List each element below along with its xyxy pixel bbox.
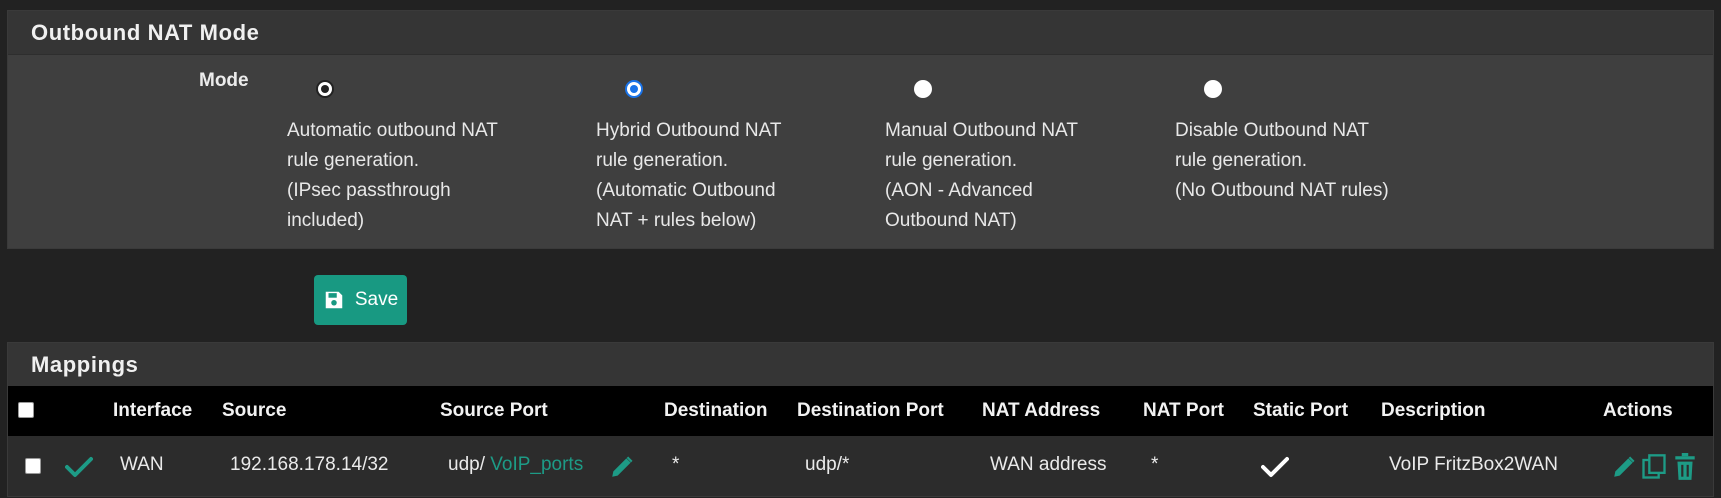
col-description[interactable]: Description <box>1381 400 1486 422</box>
alias-link-voip-ports[interactable]: VoIP_ports <box>490 454 583 475</box>
radio-label-disable: Disable Outbound NAT rule generation. (N… <box>1175 120 1389 201</box>
cell-source-port: udp/ VoIP_ports <box>448 454 584 475</box>
copy-icon[interactable] <box>1640 453 1668 481</box>
cell-nat-port: * <box>1151 454 1159 475</box>
col-destination-port[interactable]: Destination Port <box>797 400 944 422</box>
mappings-panel: Mappings Interface Source Source Port De… <box>7 342 1714 497</box>
save-button-label: Save <box>354 289 399 310</box>
save-button[interactable]: Save <box>314 275 407 325</box>
cell-description: VoIP FritzBox2WAN <box>1389 454 1558 475</box>
table-header: Interface Source Source Port Destination… <box>8 386 1713 436</box>
radio-hybrid[interactable] <box>625 80 643 98</box>
cell-source: 192.168.178.14/32 <box>230 454 389 475</box>
panel-title: Outbound NAT Mode <box>8 11 1713 55</box>
edit-pencil-icon[interactable] <box>1611 454 1637 480</box>
trash-icon[interactable] <box>1672 453 1698 481</box>
col-actions[interactable]: Actions <box>1603 400 1673 422</box>
mappings-title: Mappings <box>8 343 1713 387</box>
save-icon <box>325 291 343 309</box>
col-source-port[interactable]: Source Port <box>440 400 548 422</box>
cell-destination: * <box>672 454 680 475</box>
col-interface[interactable]: Interface <box>113 400 192 422</box>
check-icon <box>65 457 93 477</box>
col-source[interactable]: Source <box>222 400 286 422</box>
static-port-check-icon <box>1261 457 1289 477</box>
row-select-checkbox[interactable] <box>25 458 41 474</box>
radio-label-manual: Manual Outbound NAT rule generation. (AO… <box>885 120 1078 231</box>
cell-nat-address: WAN address <box>990 454 1107 475</box>
select-all-checkbox[interactable] <box>18 402 34 418</box>
cell-interface: WAN <box>120 454 164 475</box>
radio-label-hybrid: Hybrid Outbound NAT rule generation. (Au… <box>596 120 782 231</box>
radio-label-automatic: Automatic outbound NAT rule generation. … <box>287 120 498 231</box>
col-destination[interactable]: Destination <box>664 400 767 422</box>
cell-destination-port: udp/* <box>805 454 850 475</box>
col-static-port[interactable]: Static Port <box>1253 400 1348 422</box>
mode-label: Mode <box>199 70 249 91</box>
radio-automatic[interactable] <box>316 80 334 98</box>
col-nat-port[interactable]: NAT Port <box>1143 400 1224 422</box>
radio-manual[interactable] <box>914 80 932 98</box>
table-row[interactable]: WAN 192.168.178.14/32 udp/ VoIP_ports * … <box>8 436 1713 496</box>
col-nat-address[interactable]: NAT Address <box>982 400 1100 422</box>
radio-disable[interactable] <box>1204 80 1222 98</box>
pencil-icon[interactable] <box>609 454 635 480</box>
